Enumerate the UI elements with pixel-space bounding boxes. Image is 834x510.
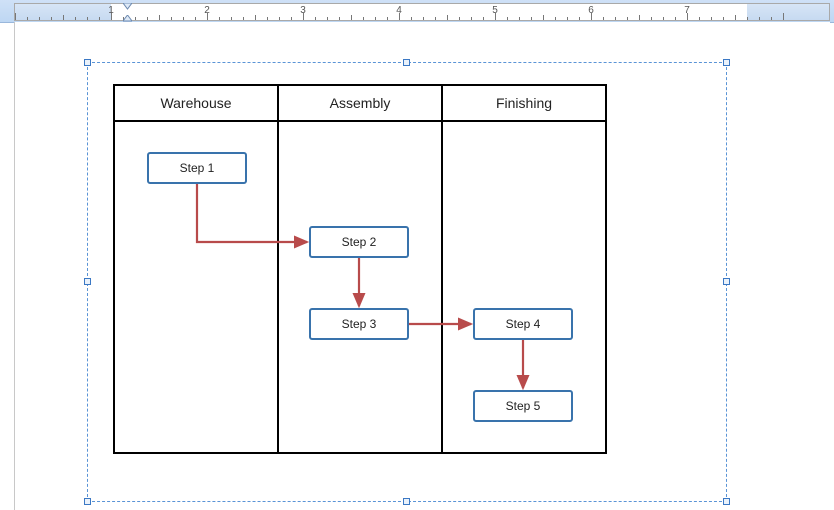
step-label: Step 5	[506, 399, 541, 413]
lane-assembly[interactable]: Assembly	[279, 86, 443, 452]
first-line-indent-marker[interactable]	[123, 3, 132, 10]
lane-header: Warehouse	[115, 86, 277, 122]
ruler-label: 1	[108, 5, 114, 16]
ruler-label: 2	[204, 5, 210, 16]
resize-handle-top-left[interactable]	[84, 59, 91, 66]
lane-header: Assembly	[279, 86, 441, 122]
resize-handle-bot-right[interactable]	[723, 498, 730, 505]
step-box-step3[interactable]: Step 3	[309, 308, 409, 340]
step-label: Step 2	[342, 235, 377, 249]
step-label: Step 1	[180, 161, 215, 175]
step-label: Step 3	[342, 317, 377, 331]
hanging-indent-marker[interactable]	[123, 15, 132, 22]
resize-handle-mid-right[interactable]	[723, 278, 730, 285]
ruler-scale: 1 2 3 4 5 6 7	[14, 3, 830, 21]
ruler-label: 6	[588, 5, 594, 16]
step-box-step5[interactable]: Step 5	[473, 390, 573, 422]
resize-handle-top-right[interactable]	[723, 59, 730, 66]
step-box-step2[interactable]: Step 2	[309, 226, 409, 258]
resize-handle-mid-left[interactable]	[84, 278, 91, 285]
resize-handle-bot-mid[interactable]	[403, 498, 410, 505]
step-label: Step 4	[506, 317, 541, 331]
step-box-step1[interactable]: Step 1	[147, 152, 247, 184]
document-page[interactable]: Warehouse Assembly Finishing Step 1 Step …	[14, 22, 830, 510]
ruler-label: 5	[492, 5, 498, 16]
lane-warehouse[interactable]: Warehouse	[115, 86, 279, 452]
ruler-label: 3	[300, 5, 306, 16]
horizontal-ruler[interactable]: 1 2 3 4 5 6 7	[0, 0, 834, 23]
step-box-step4[interactable]: Step 4	[473, 308, 573, 340]
ruler-label: 4	[396, 5, 402, 16]
lane-header: Finishing	[443, 86, 605, 122]
resize-handle-bot-left[interactable]	[84, 498, 91, 505]
word-editor-workspace: { "ruler": { "labels": ["1","2","3","4",…	[0, 0, 834, 510]
ruler-label: 7	[684, 5, 690, 16]
resize-handle-top-mid[interactable]	[403, 59, 410, 66]
